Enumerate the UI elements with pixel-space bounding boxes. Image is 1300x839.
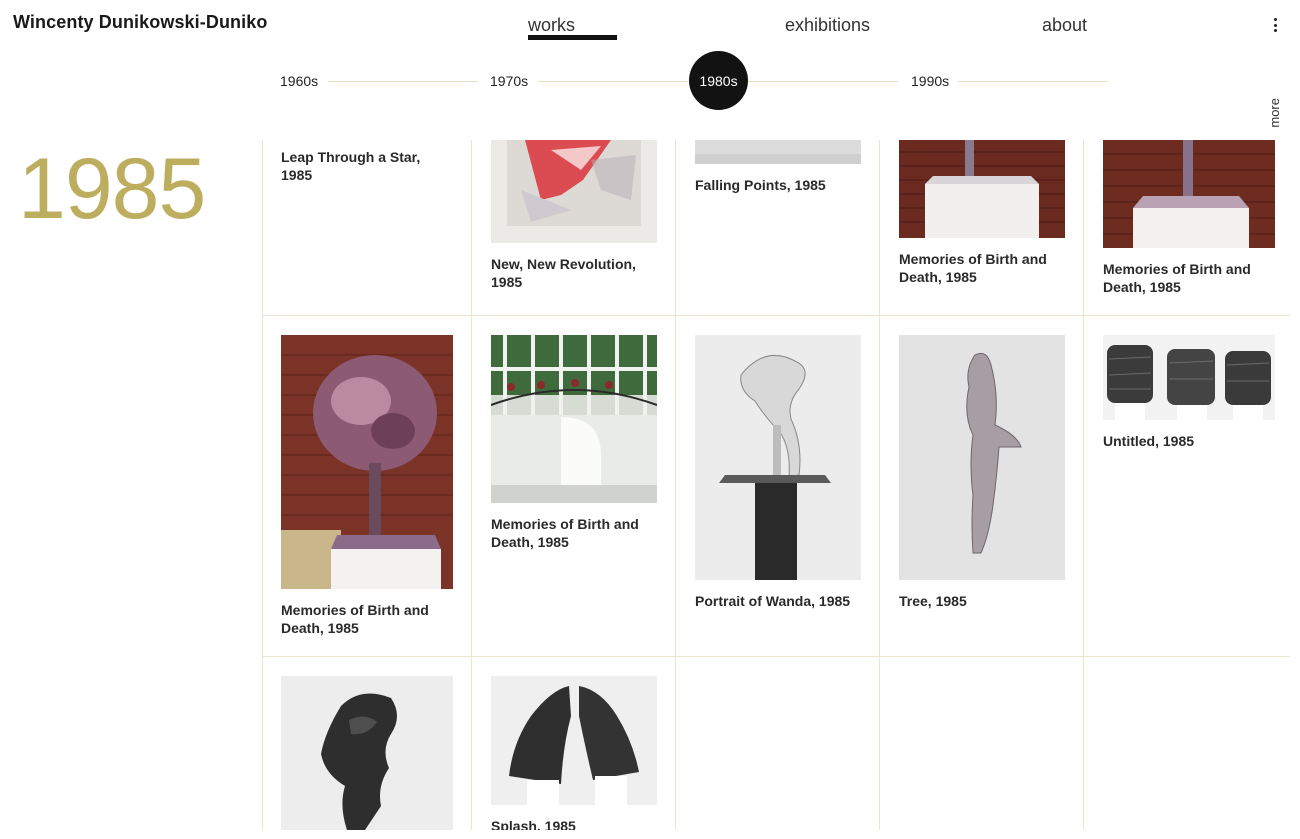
work-card[interactable]: Memories of Birth and Death, 1985 bbox=[491, 335, 661, 551]
decade-1970s[interactable]: 1970s bbox=[490, 73, 528, 89]
work-title: Tree, 1985 bbox=[899, 593, 967, 609]
work-title: New, New Revolution, 1985 bbox=[491, 256, 636, 290]
work-title: Splash, 1985 bbox=[491, 818, 576, 830]
work-title: Untitled, 1985 bbox=[1103, 433, 1195, 449]
work-card[interactable]: Falling Points, 1985 bbox=[695, 140, 865, 194]
nav-works[interactable]: works bbox=[528, 15, 575, 36]
year-heading: 1985 bbox=[18, 141, 206, 237]
work-card[interactable] bbox=[281, 676, 453, 830]
nav-about[interactable]: about bbox=[1042, 15, 1087, 36]
work-title: Leap Through a Star, 1985 bbox=[281, 149, 421, 183]
work-card[interactable]: Memories of Birth and Death, 1985 bbox=[899, 140, 1069, 286]
decade-1980s-active[interactable]: 1980s bbox=[689, 51, 748, 110]
work-card[interactable]: Portrait of Wanda, 1985 bbox=[695, 335, 865, 610]
timeline-line bbox=[328, 81, 478, 82]
nav-active-underline bbox=[528, 35, 617, 40]
works-grid: Leap Through a Star, 1985 New, New Revol… bbox=[262, 140, 1290, 830]
work-title: Memories of Birth and Death, 1985 bbox=[281, 602, 429, 636]
more-link[interactable]: more bbox=[1267, 98, 1282, 128]
work-thumbnail bbox=[491, 676, 657, 805]
work-title: Memories of Birth and Death, 1985 bbox=[491, 516, 639, 550]
timeline-line bbox=[538, 81, 688, 82]
work-thumbnail bbox=[695, 140, 861, 164]
timeline-line bbox=[958, 81, 1108, 82]
work-card[interactable]: Memories of Birth and Death, 1985 bbox=[1103, 140, 1275, 296]
work-title: Memories of Birth and Death, 1985 bbox=[899, 251, 1047, 285]
work-thumbnail bbox=[899, 140, 1065, 238]
site-title[interactable]: Wincenty Dunikowski-Duniko bbox=[13, 12, 267, 33]
work-thumbnail bbox=[281, 335, 453, 589]
work-thumbnail bbox=[1103, 335, 1275, 420]
work-card[interactable]: New, New Revolution, 1985 bbox=[491, 140, 661, 291]
work-thumbnail bbox=[281, 676, 453, 830]
work-thumbnail bbox=[899, 335, 1065, 580]
work-title: Portrait of Wanda, 1985 bbox=[695, 593, 851, 609]
timeline-line bbox=[748, 81, 898, 82]
nav-exhibitions[interactable]: exhibitions bbox=[785, 15, 870, 36]
work-title: Memories of Birth and Death, 1985 bbox=[1103, 261, 1251, 295]
work-thumbnail bbox=[491, 335, 657, 503]
work-card[interactable]: Leap Through a Star, 1985 bbox=[281, 148, 451, 184]
work-card[interactable]: Untitled, 1985 bbox=[1103, 335, 1275, 450]
decade-1960s[interactable]: 1960s bbox=[280, 73, 318, 89]
work-card[interactable]: Memories of Birth and Death, 1985 bbox=[281, 335, 453, 637]
work-title: Falling Points, 1985 bbox=[695, 177, 826, 193]
decade-1990s[interactable]: 1990s bbox=[911, 73, 949, 89]
work-thumbnail bbox=[695, 335, 861, 580]
work-thumbnail bbox=[1103, 140, 1275, 248]
work-card[interactable]: Splash, 1985 bbox=[491, 676, 661, 830]
more-menu-icon[interactable] bbox=[1266, 16, 1284, 34]
work-thumbnail bbox=[491, 140, 657, 243]
work-card[interactable]: Tree, 1985 bbox=[899, 335, 1069, 610]
